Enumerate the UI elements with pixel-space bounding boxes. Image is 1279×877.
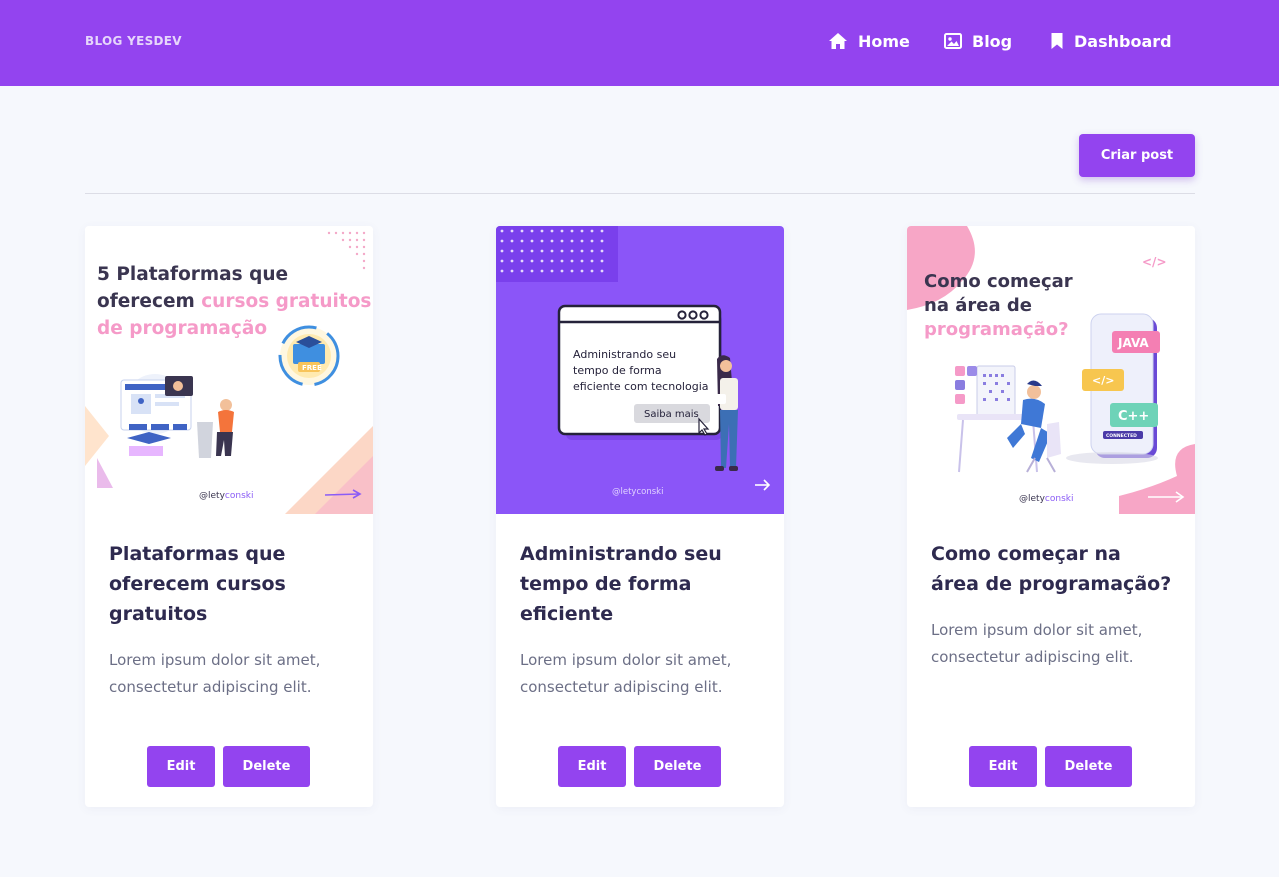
post-excerpt: Lorem ipsum dolor sit amet, consectetur …: [520, 651, 732, 696]
post-thumbnail-graphic: </> Como começar na área de programação?…: [907, 226, 1195, 514]
lang-label: JAVA: [1117, 336, 1149, 350]
home-icon: [829, 33, 847, 49]
post-thumbnail-graphic: Administrando seu tempo de forma eficien…: [496, 226, 784, 514]
thumb-headline: programação?: [924, 319, 1069, 340]
post-card: 5 Plataformas que oferecem cursos gratui…: [85, 226, 373, 807]
bookmark-icon: [1051, 33, 1063, 49]
thumb-headline: na área de: [924, 295, 1032, 316]
connected-label: CONNECTED: [1106, 433, 1137, 439]
post-thumbnail[interactable]: </> Como começar na área de programação?…: [907, 226, 1195, 514]
thumb-headline: tempo de forma: [573, 364, 662, 377]
thumb-headline: Administrando seu: [573, 348, 676, 361]
nav-link-label: Blog: [972, 31, 1013, 51]
thumb-headline: de programação: [97, 318, 267, 339]
thumb-headline: oferecem cursos gratuitos: [97, 291, 371, 312]
post-thumbnail[interactable]: 5 Plataformas que oferecem cursos gratui…: [85, 226, 373, 514]
post-title[interactable]: Plataformas que oferecem cursos gratuito…: [109, 539, 353, 629]
image-icon: [944, 33, 962, 49]
nav-link-label: Dashboard: [1074, 31, 1172, 51]
delete-button[interactable]: Delete: [634, 746, 721, 787]
edit-button[interactable]: Edit: [969, 746, 1037, 787]
brand-logo[interactable]: BLOG YESDEV: [85, 34, 182, 48]
post-excerpt: Lorem ipsum dolor sit amet, consectetur …: [109, 651, 321, 696]
post-thumbnail-graphic: 5 Plataformas que oferecem cursos gratui…: [85, 226, 373, 514]
divider: [85, 193, 1195, 194]
nav-link-label: Home: [858, 31, 910, 51]
delete-button[interactable]: Delete: [223, 746, 310, 787]
lang-label: C++: [1118, 409, 1149, 424]
edit-button[interactable]: Edit: [558, 746, 626, 787]
post-card: Administrando seu tempo de forma eficien…: [496, 226, 784, 807]
edit-button[interactable]: Edit: [147, 746, 215, 787]
post-excerpt: Lorem ipsum dolor sit amet, consectetur …: [931, 621, 1143, 666]
thumb-handle: @letyconski: [199, 491, 253, 501]
post-thumbnail[interactable]: Administrando seu tempo de forma eficien…: [496, 226, 784, 514]
thumb-handle: @letyconski: [612, 487, 663, 497]
post-title[interactable]: Administrando seu tempo de forma eficien…: [520, 539, 764, 629]
post-card: </> Como começar na área de programação?…: [907, 226, 1195, 807]
thumb-headline: Como começar: [924, 271, 1073, 292]
code-tag: </>: [1142, 255, 1167, 269]
delete-button[interactable]: Delete: [1045, 746, 1132, 787]
create-post-button[interactable]: Criar post: [1079, 134, 1195, 177]
thumb-headline: eficiente com tecnologia: [573, 380, 709, 393]
navbar: BLOG YESDEV Home Blog Dashboard: [0, 0, 1279, 86]
nav-link-blog[interactable]: Blog: [944, 29, 1012, 53]
post-title[interactable]: Como começar na área de programação?: [931, 539, 1175, 599]
free-badge: FREE: [302, 364, 322, 372]
thumb-headline: 5 Plataformas que: [97, 264, 288, 285]
thumb-button: Saiba mais: [644, 409, 699, 420]
nav-link-dashboard[interactable]: Dashboard: [1050, 29, 1172, 53]
nav-link-home[interactable]: Home: [828, 29, 910, 53]
lang-label: </>: [1092, 374, 1114, 387]
thumb-handle: @letyconski: [1019, 494, 1073, 504]
